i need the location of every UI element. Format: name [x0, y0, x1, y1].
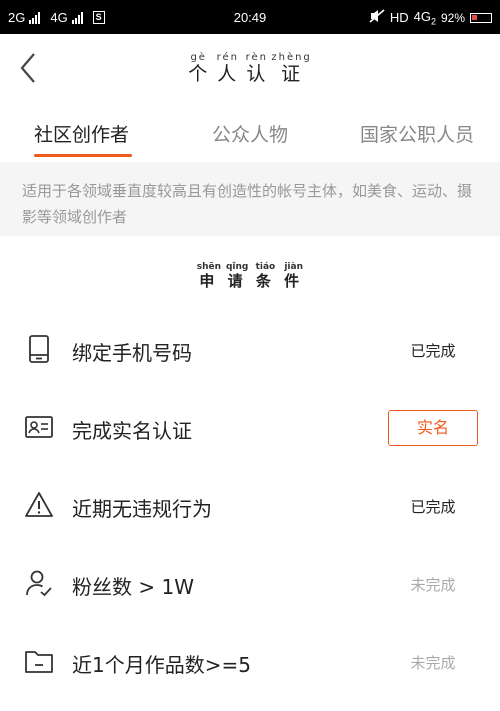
requirement-status: 未完成 — [410, 576, 456, 594]
status-bar: 2G 4G S 20:49 HD 4G2 92% — [0, 0, 500, 34]
tab-description: 适用于各领域垂直度较高且有创造性的帐号主体，如美食、运动、摄影等领域创作者 — [0, 162, 500, 236]
folder-icon — [24, 646, 54, 676]
requirement-label: 完成实名认证 — [72, 419, 192, 443]
network-type-3: 4G2 — [413, 9, 436, 27]
requirement-row: 粉丝数 > 1W 未完成 — [0, 546, 500, 624]
requirement-label: 近期无违规行为 — [72, 497, 212, 521]
section-title: 申shēn 请qǐng 条tiáo 件jiàn — [0, 262, 500, 291]
warning-icon — [24, 490, 54, 520]
requirement-label: 绑定手机号码 — [72, 341, 192, 365]
active-tab-indicator — [34, 154, 132, 157]
section-char: 请qǐng — [225, 262, 249, 290]
user-check-icon — [24, 568, 54, 598]
battery-icon — [470, 12, 492, 23]
title-char: 认rèn — [245, 52, 269, 85]
id-card-icon — [24, 412, 54, 442]
phone-icon — [24, 334, 54, 364]
requirement-row: 绑定手机号码 已完成 — [0, 312, 500, 390]
section-char: 件jiàn — [284, 262, 304, 290]
requirement-status: 未完成 — [410, 654, 456, 672]
requirement-status: 已完成 — [410, 498, 456, 516]
title-char: 证zhèng — [271, 52, 312, 85]
section-char: 申shēn — [196, 262, 222, 290]
tab-community-creator[interactable]: 社区创作者 — [34, 120, 129, 147]
tab-civil-servant[interactable]: 国家公职人员 — [360, 120, 474, 147]
header: 个gè 人rén 认rèn 证zhèng — [0, 34, 500, 102]
requirements-list: 绑定手机号码 已完成 完成实名认证 实名 近期无违规行为 已完成 粉丝数 > 1… — [0, 312, 500, 702]
battery-percent: 92% — [440, 10, 465, 25]
requirement-label: 粉丝数 > 1W — [72, 575, 194, 599]
requirement-row: 近期无违规行为 已完成 — [0, 468, 500, 546]
tab-bar: 社区创作者 公众人物 国家公职人员 — [0, 102, 500, 162]
requirement-row: 近1个月作品数>=5 未完成 — [0, 624, 500, 702]
title-char: 人rén — [216, 52, 239, 85]
requirement-status: 已完成 — [410, 342, 456, 360]
mute-icon — [369, 9, 385, 26]
section-char: 条tiáo — [255, 262, 276, 290]
real-name-button[interactable]: 实名 — [388, 410, 478, 446]
requirement-row: 完成实名认证 实名 — [0, 390, 500, 468]
page-title: 个gè 人rén 认rèn 证zhèng — [0, 52, 500, 86]
title-char: 个gè — [188, 52, 210, 85]
hd-label: HD — [389, 10, 409, 26]
requirement-label: 近1个月作品数>=5 — [72, 653, 251, 677]
tab-public-figure[interactable]: 公众人物 — [212, 120, 288, 147]
